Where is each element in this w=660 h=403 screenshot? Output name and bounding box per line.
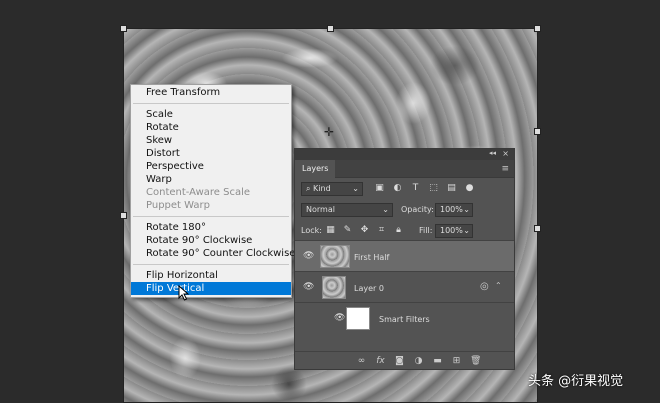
panel-menu-icon[interactable]: ≡ [501,164,509,174]
layer-row-first-half[interactable]: 👁︎ First Half [295,241,514,272]
menu-item-puppet-warp: Puppet Warp [146,200,210,211]
layer-name: Smart Filters [379,315,430,324]
opacity-value: 100% [440,205,463,214]
transform-handle-top-left[interactable] [120,25,127,32]
layer-row-layer-0[interactable]: 👁︎ Layer 0 ◎ ⌃ [295,272,514,303]
layers-panel: ◂◂ × Layers ≡ ⌕ Kind ⌄ ▣ ◐ T ⬚ ▤ ● Norma… [294,148,515,370]
collapse-panel-icon[interactable]: ◂◂ [489,149,496,157]
lock-image-pixels-icon[interactable]: ✎ [342,225,353,236]
visibility-eye-icon[interactable]: 👁︎ [334,314,345,323]
transform-handle-top-right[interactable] [534,25,541,32]
transform-handle-top-center[interactable] [327,25,334,32]
menu-item-free-transform[interactable]: Free Transform [131,86,291,99]
layer-name: First Half [354,253,390,262]
fill-field[interactable]: 100% ⌄ [435,224,473,238]
fill-label: Fill: [419,226,433,235]
tab-layers[interactable]: Layers [295,160,335,178]
layer-filter-row: ⌕ Kind ⌄ ▣ ◐ T ⬚ ▤ ● [295,178,514,199]
smart-filter-badge-icon: ◎ [480,281,489,292]
lock-label: Lock: [301,226,322,235]
menu-item-skew[interactable]: Skew [131,134,291,147]
lock-artboard-icon[interactable]: ⌗ [376,225,387,236]
delete-layer-icon[interactable]: 🗑︎ [470,356,481,367]
menu-item-content-aware-scale: Content-Aware Scale [146,187,251,198]
menu-item-perspective[interactable]: Perspective [131,160,291,173]
reference-point-icon[interactable]: ✛ [323,126,335,138]
menu-item-scale[interactable]: Scale [131,108,291,121]
menu-item-flip-vertical[interactable]: Flip Vertical [131,282,291,295]
filter-mask-thumbnail [346,307,370,330]
menu-item-rotate-180[interactable]: Rotate 180° [131,221,291,234]
lock-all-icon[interactable]: 🔒︎ [393,225,404,236]
opacity-field[interactable]: 100% ⌄ [435,203,473,217]
menu-separator [131,212,291,221]
lock-row: Lock: ▦ ✎ ✥ ⌗ 🔒︎ Fill: 100% ⌄ [295,220,514,241]
filter-type-icon[interactable]: T [410,183,421,194]
chevron-down-icon: ⌄ [352,184,359,193]
menu-item-rotate-90-cw[interactable]: Rotate 90° Clockwise [131,234,291,247]
expand-chevron-icon[interactable]: ⌃ [495,281,502,290]
transform-context-menu: Free Transform Scale Rotate Skew Distort… [130,84,295,298]
lock-position-icon[interactable]: ✥ [359,225,370,236]
transform-handle-middle-right-lower[interactable] [534,225,541,232]
menu-item-flip-horizontal[interactable]: Flip Horizontal [131,269,291,282]
menu-item-rotate-90-ccw[interactable]: Rotate 90° Counter Clockwise [131,247,295,260]
chevron-down-icon: ⌄ [382,205,389,214]
layer-row-smart-filters[interactable]: 👁︎ Smart Filters [295,303,514,334]
new-layer-icon[interactable]: ⊞ [451,356,462,367]
menu-item-warp[interactable]: Warp [131,173,291,186]
blend-mode-value: Normal [306,205,335,214]
blend-mode-row: Normal ⌄ Opacity: 100% ⌄ [295,199,514,220]
adjustment-layer-icon[interactable]: ◑ [413,356,424,367]
filter-shape-icon[interactable]: ⬚ [428,183,439,194]
menu-item-distort[interactable]: Distort [131,147,291,160]
close-panel-icon[interactable]: × [502,149,509,158]
visibility-eye-icon[interactable]: 👁︎ [303,252,314,261]
add-mask-icon[interactable]: ◙ [394,356,405,367]
layer-thumbnail [320,245,350,268]
visibility-eye-icon[interactable]: 👁︎ [303,283,314,292]
panel-title-bar[interactable]: ◂◂ × [295,149,514,160]
blend-mode-dropdown[interactable]: Normal ⌄ [301,203,393,217]
filter-toggle-icon[interactable]: ● [464,183,475,194]
menu-separator [131,99,291,108]
panel-tab-bar: Layers ≡ [295,160,514,178]
menu-item-rotate[interactable]: Rotate [131,121,291,134]
chevron-down-icon: ⌄ [463,226,470,235]
lock-transparent-pixels-icon[interactable]: ▦ [325,225,336,236]
layer-name: Layer 0 [354,284,384,293]
layers-panel-footer: ∞ fx ◙ ◑ ▬ ⊞ 🗑︎ [295,351,514,369]
transform-handle-middle-right[interactable] [534,128,541,135]
new-group-icon[interactable]: ▬ [432,356,443,367]
filter-pixel-icon[interactable]: ▣ [374,183,385,194]
layer-style-fx-icon[interactable]: fx [375,356,386,367]
opacity-label: Opacity: [401,205,434,214]
watermark: 头条 @衍果视觉 [528,374,624,389]
filter-adjustment-icon[interactable]: ◐ [392,183,403,194]
fill-value: 100% [440,226,463,235]
filter-kind-dropdown[interactable]: ⌕ Kind ⌄ [301,182,363,196]
link-layers-icon[interactable]: ∞ [356,356,367,367]
menu-separator [131,260,291,269]
filter-kind-value: Kind [313,184,331,193]
chevron-down-icon: ⌄ [463,205,470,214]
search-icon: ⌕ [306,184,311,193]
filter-smart-object-icon[interactable]: ▤ [446,183,457,194]
smart-object-thumbnail [322,276,346,299]
transform-handle-middle-left[interactable] [120,212,127,219]
mouse-pointer-icon [178,285,190,301]
